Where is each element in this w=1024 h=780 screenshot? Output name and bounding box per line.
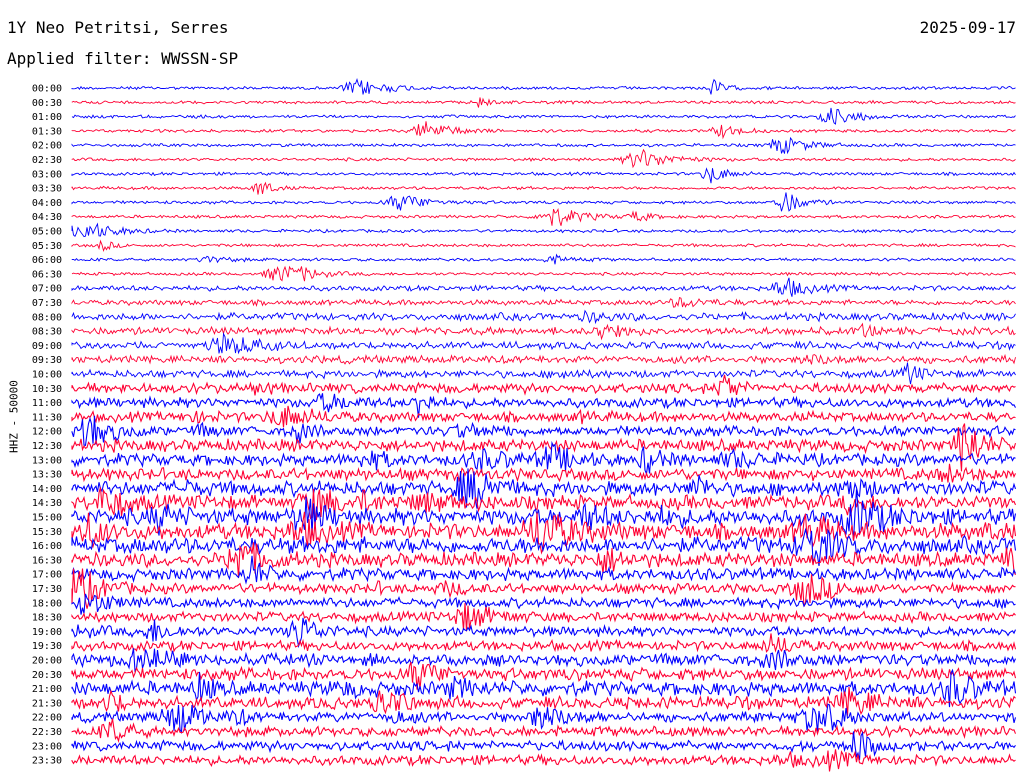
row-tick-label: 05:00 xyxy=(32,227,62,238)
row-tick-label: 13:30 xyxy=(32,470,62,481)
row-tick-label: 03:00 xyxy=(32,169,62,180)
trace-row xyxy=(71,353,1016,365)
trace-row xyxy=(71,207,1016,226)
trace-row xyxy=(71,107,1016,125)
trace-row xyxy=(71,405,1016,428)
row-tick-label: 06:30 xyxy=(32,269,62,280)
trace-row xyxy=(71,731,1016,761)
trace-row xyxy=(71,332,1016,355)
row-tick-label: 07:30 xyxy=(32,298,62,309)
row-tick-label: 05:30 xyxy=(32,241,62,252)
trace-row xyxy=(71,463,1016,483)
trace-row xyxy=(71,309,1016,325)
trace-row xyxy=(71,593,1016,615)
row-tick-label: 09:00 xyxy=(32,341,62,352)
row-tick-label: 08:00 xyxy=(32,312,62,323)
trace-row xyxy=(71,277,1016,297)
row-tick-label: 16:30 xyxy=(32,555,62,566)
trace-row xyxy=(71,374,1016,396)
row-tick-label: 06:00 xyxy=(32,255,62,266)
trace-row xyxy=(71,440,1016,476)
row-tick-label: 11:30 xyxy=(32,412,62,423)
time-tick-labels: 00:00 00:30 01:00 01:30 02:00 02:30 03:00 03:30… xyxy=(32,84,62,767)
row-tick-label: 01:00 xyxy=(32,112,62,123)
trace-row xyxy=(71,393,1016,418)
trace-row xyxy=(71,121,1016,140)
seismogram-plot: 00:00 00:30 01:00 01:30 02:00 02:30 03:00 03:30… xyxy=(32,78,1017,772)
trace-row xyxy=(71,322,1016,341)
row-tick-label: 14:00 xyxy=(32,484,62,495)
row-tick-label: 00:00 xyxy=(32,84,62,95)
trace-row xyxy=(71,648,1017,673)
row-tick-label: 16:00 xyxy=(32,541,62,552)
trace-row xyxy=(71,239,1016,253)
trace-row xyxy=(71,362,1016,385)
row-tick-label: 01:30 xyxy=(32,126,62,137)
row-tick-label: 07:00 xyxy=(32,284,62,295)
row-tick-label: 17:00 xyxy=(32,570,62,581)
row-tick-label: 03:30 xyxy=(32,184,62,195)
row-tick-label: 02:30 xyxy=(32,155,62,166)
row-tick-label: 11:00 xyxy=(32,398,62,409)
row-tick-label: 04:30 xyxy=(32,212,62,223)
row-tick-label: 14:30 xyxy=(32,498,62,509)
row-tick-label: 20:00 xyxy=(32,656,62,667)
row-tick-label: 23:00 xyxy=(32,741,62,752)
trace-row xyxy=(71,148,1016,169)
trace-row xyxy=(71,603,1016,632)
row-tick-label: 20:30 xyxy=(32,670,62,681)
row-tick-label: 08:30 xyxy=(32,327,62,338)
row-tick-label: 17:30 xyxy=(32,584,62,595)
trace-row xyxy=(71,192,1016,212)
row-tick-label: 22:30 xyxy=(32,727,62,738)
row-tick-label: 23:30 xyxy=(32,756,62,767)
row-tick-label: 02:00 xyxy=(32,141,62,152)
row-tick-label: 21:00 xyxy=(32,684,62,695)
row-tick-label: 22:00 xyxy=(32,713,62,724)
trace-row xyxy=(71,633,1017,653)
row-tick-label: 04:00 xyxy=(32,198,62,209)
row-tick-label: 12:00 xyxy=(32,427,62,438)
row-tick-label: 13:00 xyxy=(32,455,62,466)
row-tick-label: 10:30 xyxy=(32,384,62,395)
seismogram-traces xyxy=(71,78,1017,772)
row-tick-label: 15:00 xyxy=(32,513,62,524)
trace-row xyxy=(71,253,1016,265)
trace-row xyxy=(71,78,1016,95)
trace-row xyxy=(71,136,1016,155)
row-tick-label: 09:30 xyxy=(32,355,62,366)
trace-row xyxy=(71,487,1017,521)
row-tick-label: 12:30 xyxy=(32,441,62,452)
trace-row xyxy=(71,181,1016,195)
row-tick-label: 18:30 xyxy=(32,613,62,624)
row-tick-label: 21:30 xyxy=(32,698,62,709)
row-tick-label: 00:30 xyxy=(32,98,62,109)
trace-row xyxy=(71,703,1017,735)
trace-row xyxy=(71,296,1016,308)
trace-row xyxy=(71,167,1016,184)
row-tick-label: 19:00 xyxy=(32,627,62,638)
row-tick-label: 19:30 xyxy=(32,641,62,652)
trace-row xyxy=(71,617,1017,649)
row-tick-label: 15:30 xyxy=(32,527,62,538)
row-tick-label: 18:00 xyxy=(32,598,62,609)
trace-row xyxy=(71,265,1016,282)
trace-row xyxy=(71,97,1016,108)
row-tick-label: 10:00 xyxy=(32,370,62,381)
trace-row xyxy=(71,222,1016,238)
